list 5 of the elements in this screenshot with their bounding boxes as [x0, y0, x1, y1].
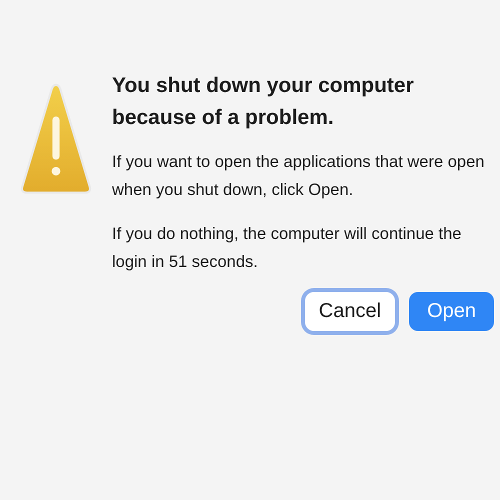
- cancel-button[interactable]: Cancel: [304, 292, 396, 331]
- message-text: If you want to open the applications that were open when you shut down, click Open.: [112, 152, 486, 201]
- message-text: If you do nothing, the computer will continue the login in 51 seconds.: [112, 224, 462, 273]
- dialog-title: You shut down your computer because of a problem.: [112, 73, 415, 131]
- open-button[interactable]: Open: [409, 292, 494, 331]
